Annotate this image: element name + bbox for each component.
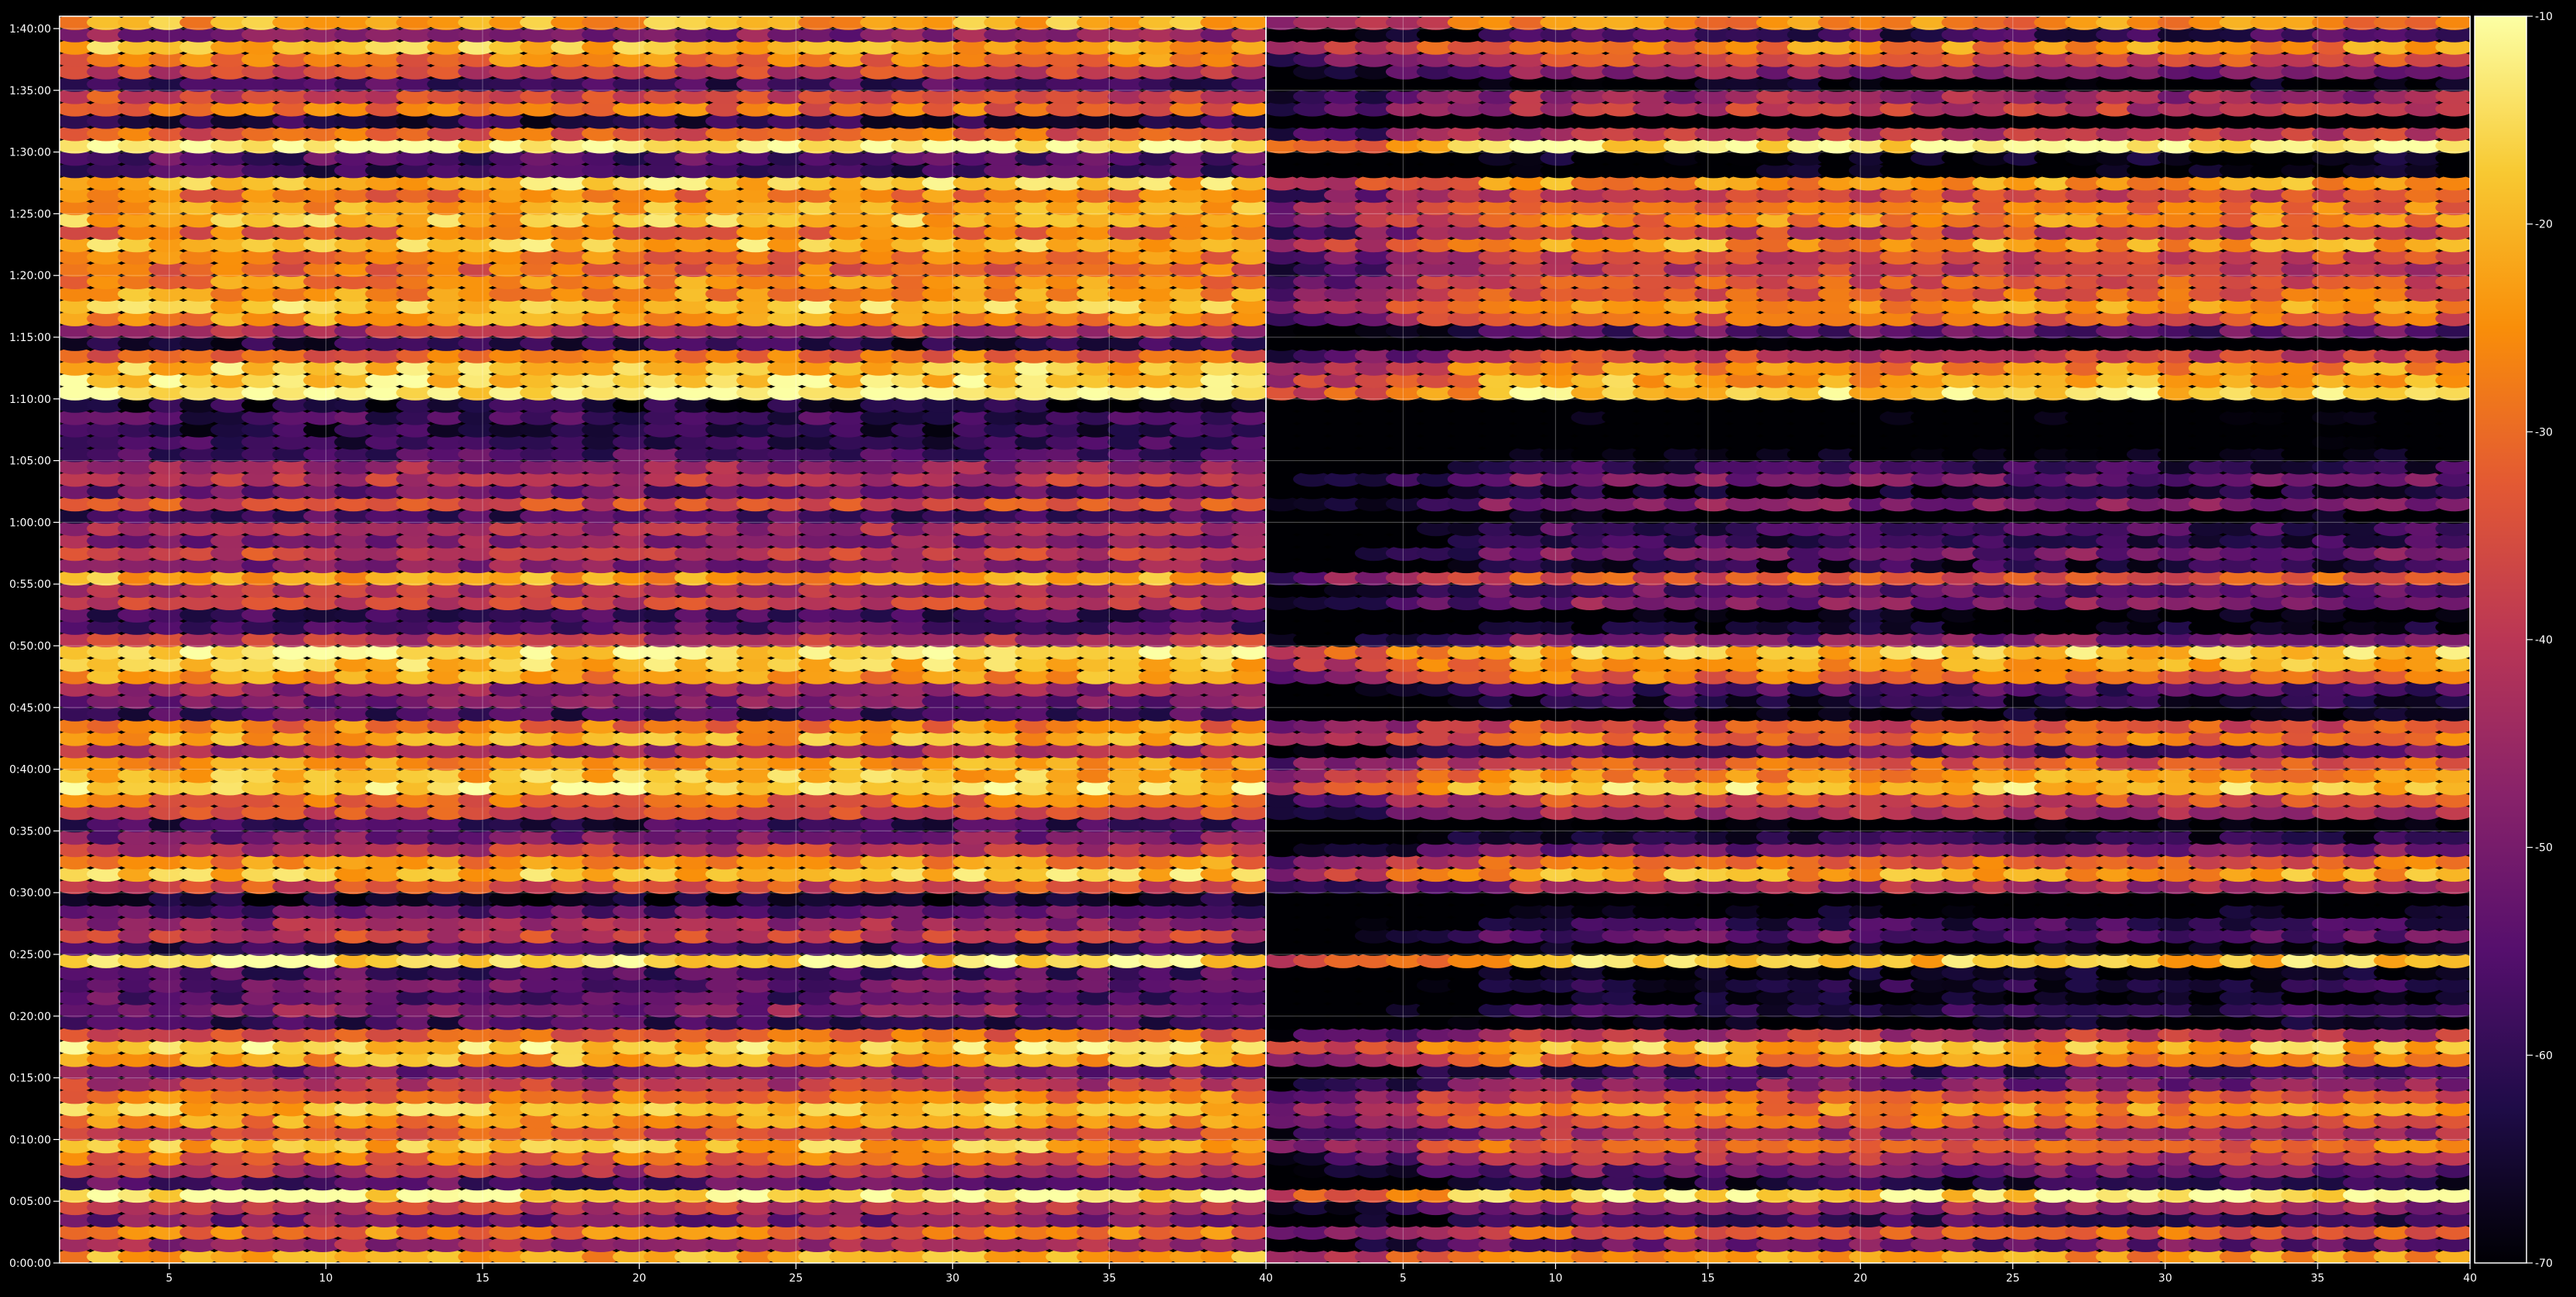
heatmap-panel-right bbox=[1266, 16, 2470, 1263]
chart-canvas: 0:00:000:05:000:10:000:15:000:20:000:25:… bbox=[9, 11, 2553, 1285]
spectrogram-figure: 0:00:00 0:05:00 0:10:00 0:15:00 0:20:00 0:25:… bbox=[0, 0, 2576, 1293]
heatmap-panel-left bbox=[60, 16, 1266, 1263]
heatmap-cell bbox=[1231, 16, 1266, 30]
